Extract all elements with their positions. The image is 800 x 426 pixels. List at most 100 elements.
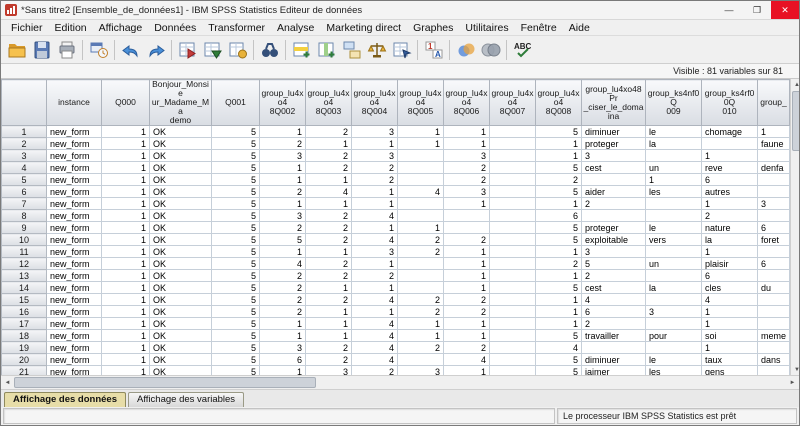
row-number[interactable]: 20 <box>2 354 47 366</box>
column-header-q002[interactable]: group_lu4xo4 8Q002 <box>260 80 306 126</box>
select-cases-icon[interactable] <box>389 38 414 62</box>
cell-q002[interactable]: 4 <box>260 258 306 270</box>
cell-q007[interactable] <box>490 210 536 222</box>
cell-q004[interactable]: 2 <box>352 162 398 174</box>
cell-q010[interactable]: soi <box>702 330 758 342</box>
cell-extra[interactable] <box>758 246 790 258</box>
cell-q007[interactable] <box>490 162 536 174</box>
cell-q003[interactable]: 1 <box>306 306 352 318</box>
cell-q008[interactable]: 5 <box>536 162 582 174</box>
row-number[interactable]: 21 <box>2 366 47 376</box>
cell-q009[interactable]: le <box>646 126 702 138</box>
cell-q000[interactable]: 1 <box>102 318 150 330</box>
menu-item-transformer[interactable]: Transformer <box>202 22 271 34</box>
cell-q007[interactable] <box>490 138 536 150</box>
cell-q007[interactable] <box>490 186 536 198</box>
row-number[interactable]: 8 <box>2 210 47 222</box>
cell-q003[interactable]: 2 <box>306 126 352 138</box>
cell-extra[interactable]: 3 <box>758 198 790 210</box>
cell-q008[interactable]: 1 <box>536 318 582 330</box>
cell-bonjour[interactable]: OK <box>150 186 212 198</box>
cell-q006[interactable]: 2 <box>444 234 490 246</box>
cell-extra[interactable]: du <box>758 282 790 294</box>
cell-q007[interactable] <box>490 126 536 138</box>
value-labels-icon[interactable]: 1A <box>421 38 446 62</box>
cell-q009[interactable]: un <box>646 258 702 270</box>
cell-q000[interactable]: 1 <box>102 198 150 210</box>
cell-instance[interactable]: new_form <box>47 150 102 162</box>
row-number[interactable]: 19 <box>2 342 47 354</box>
cell-instance[interactable]: new_form <box>47 186 102 198</box>
cell-q004[interactable]: 3 <box>352 246 398 258</box>
cell-q010[interactable]: 1 <box>702 150 758 162</box>
redo-icon[interactable] <box>143 38 168 62</box>
column-header-instance[interactable]: instance <box>47 80 102 126</box>
cell-q003[interactable]: 1 <box>306 330 352 342</box>
cell-preciser[interactable]: diminuer <box>582 126 646 138</box>
cell-q001[interactable]: 5 <box>212 126 260 138</box>
cell-extra[interactable] <box>758 210 790 222</box>
cell-q006[interactable]: 1 <box>444 138 490 150</box>
cell-instance[interactable]: new_form <box>47 174 102 186</box>
cell-preciser[interactable]: 5 <box>582 258 646 270</box>
cell-q001[interactable]: 5 <box>212 354 260 366</box>
cell-q003[interactable]: 1 <box>306 282 352 294</box>
cell-bonjour[interactable]: OK <box>150 210 212 222</box>
cell-q009[interactable] <box>646 294 702 306</box>
spell-check-icon[interactable]: ABC <box>510 38 535 62</box>
cell-q008[interactable]: 4 <box>536 342 582 354</box>
cell-q006[interactable]: 2 <box>444 342 490 354</box>
cell-q004[interactable]: 1 <box>352 282 398 294</box>
cell-q008[interactable]: 5 <box>536 186 582 198</box>
cell-q000[interactable]: 1 <box>102 270 150 282</box>
cell-q002[interactable]: 3 <box>260 150 306 162</box>
cell-q001[interactable]: 5 <box>212 294 260 306</box>
cell-instance[interactable]: new_form <box>47 342 102 354</box>
cell-q002[interactable]: 2 <box>260 294 306 306</box>
cell-q001[interactable]: 5 <box>212 174 260 186</box>
horizontal-scrollbar[interactable]: ◄ ► <box>1 375 799 389</box>
cell-bonjour[interactable]: OK <box>150 150 212 162</box>
cell-q007[interactable] <box>490 150 536 162</box>
cell-instance[interactable]: new_form <box>47 294 102 306</box>
cell-q001[interactable]: 5 <box>212 306 260 318</box>
cell-q004[interactable]: 2 <box>352 174 398 186</box>
row-number[interactable]: 6 <box>2 186 47 198</box>
cell-q007[interactable] <box>490 222 536 234</box>
cell-q000[interactable]: 1 <box>102 222 150 234</box>
cell-q002[interactable]: 1 <box>260 174 306 186</box>
cell-q000[interactable]: 1 <box>102 210 150 222</box>
cell-q007[interactable] <box>490 246 536 258</box>
cell-q008[interactable]: 1 <box>536 138 582 150</box>
cell-q005[interactable]: 1 <box>398 126 444 138</box>
cell-q001[interactable]: 5 <box>212 150 260 162</box>
cell-q005[interactable]: 2 <box>398 234 444 246</box>
cell-q005[interactable]: 2 <box>398 306 444 318</box>
column-header-q000[interactable]: Q000 <box>102 80 150 126</box>
row-number[interactable]: 11 <box>2 246 47 258</box>
cell-q008[interactable]: 2 <box>536 258 582 270</box>
tab-variable-view[interactable]: Affichage des variables <box>128 392 244 407</box>
cell-q008[interactable]: 6 <box>536 210 582 222</box>
row-number[interactable]: 12 <box>2 258 47 270</box>
cell-q009[interactable]: 3 <box>646 306 702 318</box>
row-number[interactable]: 16 <box>2 306 47 318</box>
cell-q009[interactable] <box>646 246 702 258</box>
cell-q010[interactable]: 1 <box>702 306 758 318</box>
cell-q009[interactable]: pour <box>646 330 702 342</box>
cell-q003[interactable]: 2 <box>306 234 352 246</box>
cell-preciser[interactable]: 2 <box>582 270 646 282</box>
cell-preciser[interactable]: 3 <box>582 150 646 162</box>
menu-item-graphes[interactable]: Graphes <box>407 22 459 34</box>
cell-q001[interactable]: 5 <box>212 162 260 174</box>
cell-q001[interactable]: 5 <box>212 282 260 294</box>
insert-cases-icon[interactable] <box>289 38 314 62</box>
cell-q005[interactable] <box>398 162 444 174</box>
cell-bonjour[interactable]: OK <box>150 294 212 306</box>
cell-instance[interactable]: new_form <box>47 366 102 376</box>
cell-q005[interactable] <box>398 258 444 270</box>
cell-preciser[interactable]: jaimer <box>582 366 646 376</box>
cell-extra[interactable] <box>758 270 790 282</box>
cell-q004[interactable]: 1 <box>352 186 398 198</box>
cell-q005[interactable]: 4 <box>398 186 444 198</box>
